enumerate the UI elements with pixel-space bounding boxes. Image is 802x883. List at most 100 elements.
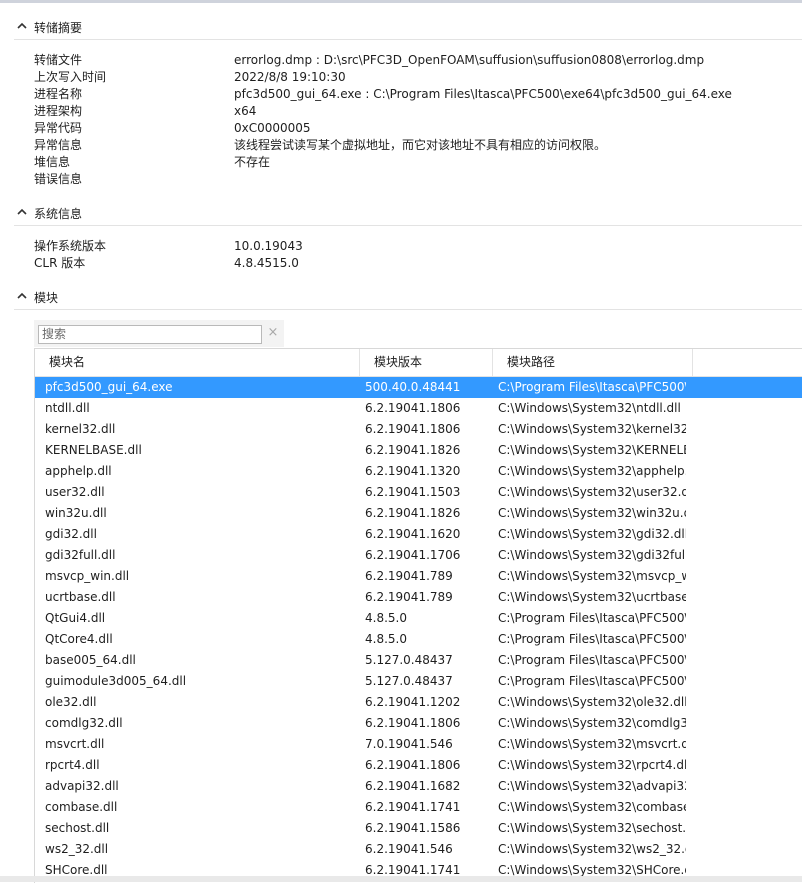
module-version-cell: 7.0.19041.546 xyxy=(365,737,453,751)
module-path-cell: C:\Windows\System32\comdlg32 xyxy=(498,716,686,730)
module-version-cell: 6.2.19041.1503 xyxy=(365,485,461,499)
table-row[interactable]: ucrtbase.dll 6.2.19041.789 C:\Windows\Syst… xyxy=(35,587,802,608)
info-value: x64 xyxy=(234,104,257,118)
module-version-cell: 6.2.19041.1202 xyxy=(365,695,461,709)
table-row[interactable]: base005_64.dll 5.127.0.48437 C:\Program Fi… xyxy=(35,650,802,671)
table-row[interactable]: guimodule3d005_64.dll 5.127.0.48437 C:\Pro… xyxy=(35,671,802,692)
section-system-header[interactable]: 系统信息 xyxy=(0,203,802,226)
table-row[interactable]: sechost.dll 6.2.19041.1586 C:\Windows\Syst… xyxy=(35,818,802,839)
table-row[interactable]: ole32.dll 6.2.19041.1202 C:\Windows\System… xyxy=(35,692,802,713)
table-row[interactable]: comdlg32.dll 6.2.19041.1806 C:\Windows\Sys… xyxy=(35,713,802,734)
table-row[interactable]: combase.dll 6.2.19041.1741 C:\Windows\Syst… xyxy=(35,797,802,818)
column-header-name[interactable]: 模块名 xyxy=(35,349,360,376)
module-version-cell: 6.2.19041.789 xyxy=(365,590,453,604)
info-key: CLR 版本 xyxy=(34,256,86,270)
module-name-cell: sechost.dll xyxy=(45,821,110,835)
module-path-cell: C:\Windows\System32\ole32.dll xyxy=(498,695,686,709)
table-row[interactable]: gdi32.dll 6.2.19041.1620 C:\Windows\System… xyxy=(35,524,802,545)
table-row[interactable]: msvcp_win.dll 6.2.19041.789 C:\Windows\Sys… xyxy=(35,566,802,587)
module-path-cell: C:\Windows\System32\msvcrt.dll xyxy=(498,737,686,751)
section-dump-header[interactable]: 转储摘要 xyxy=(0,17,802,40)
table-row[interactable]: user32.dll 6.2.19041.1503 C:\Windows\Syste… xyxy=(35,482,802,503)
chevron-up-icon[interactable] xyxy=(17,21,27,31)
table-row[interactable]: pfc3d500_gui_64.exe 500.40.0.48441 C:\Prog… xyxy=(35,377,802,398)
info-value: pfc3d500_gui_64.exe : C:\Program Files\I… xyxy=(234,87,732,101)
section-divider xyxy=(14,225,802,226)
module-version-cell: 4.8.5.0 xyxy=(365,611,407,625)
section-divider xyxy=(14,39,802,40)
module-path-cell: C:\Windows\System32\user32.dl xyxy=(498,485,686,499)
module-name-cell: pfc3d500_gui_64.exe xyxy=(45,380,173,394)
modules-table: 模块名 模块版本 模块路径 pfc3d500_gui_64.exe 500.40.… xyxy=(34,348,802,883)
info-row: 操作系统版本 10.0.19043 xyxy=(34,238,794,255)
table-row[interactable]: apphelp.dll 6.2.19041.1320 C:\Windows\Syst… xyxy=(35,461,802,482)
chevron-up-icon[interactable] xyxy=(17,207,27,217)
info-row: 上次写入时间 2022/8/8 19:10:30 xyxy=(34,69,794,86)
table-row[interactable]: ntdll.dll 6.2.19041.1806 C:\Windows\System… xyxy=(35,398,802,419)
table-row[interactable]: QtCore4.dll 4.8.5.0 C:\Program Files\Itasc… xyxy=(35,629,802,650)
table-row[interactable]: gdi32full.dll 6.2.19041.1706 C:\Windows\Sy… xyxy=(35,545,802,566)
table-row[interactable]: ws2_32.dll 6.2.19041.546 C:\Windows\System… xyxy=(35,839,802,860)
info-row: 异常代码 0xC0000005 xyxy=(34,120,794,137)
module-path-cell: C:\Windows\System32\msvcp_wi xyxy=(498,569,686,583)
module-path-cell: C:\Windows\System32\ntdll.dll xyxy=(498,401,681,415)
module-version-cell: 6.2.19041.1826 xyxy=(365,443,461,457)
module-version-cell: 4.8.5.0 xyxy=(365,632,407,646)
module-path-cell: C:\Program Files\Itasca\PFC500\ xyxy=(498,632,686,646)
table-row[interactable]: msvcrt.dll 7.0.19041.546 C:\Windows\System… xyxy=(35,734,802,755)
module-name-cell: msvcp_win.dll xyxy=(45,569,130,583)
module-name-cell: gdi32.dll xyxy=(45,527,97,541)
search-input[interactable] xyxy=(39,326,252,341)
module-version-cell: 6.2.19041.1706 xyxy=(365,548,461,562)
chevron-up-icon[interactable] xyxy=(17,291,27,301)
module-name-cell: guimodule3d005_64.dll xyxy=(45,674,187,688)
table-row[interactable]: kernel32.dll 6.2.19041.1806 C:\Windows\Sys… xyxy=(35,419,802,440)
search-box[interactable] xyxy=(38,325,262,344)
table-row[interactable]: KERNELBASE.dll 6.2.19041.1826 C:\Windows\S… xyxy=(35,440,802,461)
info-value: 0xC0000005 xyxy=(234,121,311,135)
table-row[interactable]: QtGui4.dll 4.8.5.0 C:\Program Files\Itasca… xyxy=(35,608,802,629)
info-value: 该线程尝试读写某个虚拟地址，而它对该地址不具有相应的访问权限。 xyxy=(234,138,607,152)
module-version-cell: 6.2.19041.1320 xyxy=(365,464,461,478)
module-path-cell: C:\Windows\System32\KERNELB xyxy=(498,443,686,457)
info-row: 进程名称 pfc3d500_gui_64.exe : C:\Program Fil… xyxy=(34,86,794,103)
info-value: 不存在 xyxy=(234,155,271,169)
module-version-cell: 6.2.19041.1806 xyxy=(365,716,461,730)
column-header-version[interactable]: 模块版本 xyxy=(360,349,493,376)
info-row: 错误信息 xyxy=(34,171,794,188)
module-name-cell: comdlg32.dll xyxy=(45,716,123,730)
clear-icon[interactable]: × xyxy=(266,326,280,340)
column-header-path[interactable]: 模块路径 xyxy=(493,349,693,376)
module-name-cell: ole32.dll xyxy=(45,695,97,709)
module-version-cell: 5.127.0.48437 xyxy=(365,674,453,688)
info-key: 操作系统版本 xyxy=(34,239,107,253)
info-key: 堆信息 xyxy=(34,155,71,169)
module-version-cell: 500.40.0.48441 xyxy=(365,380,461,394)
module-path-cell: C:\Program Files\Itasca\PFC500\ xyxy=(498,611,686,625)
info-key: 错误信息 xyxy=(34,172,83,186)
table-row[interactable]: rpcrt4.dll 6.2.19041.1806 C:\Windows\Syste… xyxy=(35,755,802,776)
module-path-cell: C:\Windows\System32\gdi32full. xyxy=(498,548,686,562)
module-path-cell: C:\Program Files\Itasca\PFC500\ xyxy=(498,653,686,667)
section-modules-header[interactable]: 模块 xyxy=(0,287,802,310)
window-top-strip xyxy=(0,0,802,3)
section-title: 转储摘要 xyxy=(34,21,83,35)
module-version-cell: 5.127.0.48437 xyxy=(365,653,453,667)
info-row: 进程架构 x64 xyxy=(34,103,794,120)
horizontal-scrollbar[interactable] xyxy=(0,876,802,882)
info-row: 堆信息 不存在 xyxy=(34,154,794,171)
table-row[interactable]: advapi32.dll 6.2.19041.1682 C:\Windows\Sys… xyxy=(35,776,802,797)
table-row[interactable]: win32u.dll 6.2.19041.1826 C:\Windows\Syste… xyxy=(35,503,802,524)
module-name-cell: user32.dll xyxy=(45,485,105,499)
module-version-cell: 6.2.19041.1682 xyxy=(365,779,461,793)
module-path-cell: C:\Windows\System32\sechost.d xyxy=(498,821,686,835)
info-value: 4.8.4515.0 xyxy=(234,256,299,270)
section-divider xyxy=(14,309,802,310)
module-name-cell: apphelp.dll xyxy=(45,464,112,478)
module-version-cell: 6.2.19041.1806 xyxy=(365,422,461,436)
module-version-cell: 6.2.19041.1806 xyxy=(365,758,461,772)
section-title: 系统信息 xyxy=(34,207,83,221)
info-key: 异常代码 xyxy=(34,121,83,135)
info-row: 异常信息 该线程尝试读写某个虚拟地址，而它对该地址不具有相应的访问权限。 xyxy=(34,137,794,154)
module-version-cell: 6.2.19041.1586 xyxy=(365,821,461,835)
